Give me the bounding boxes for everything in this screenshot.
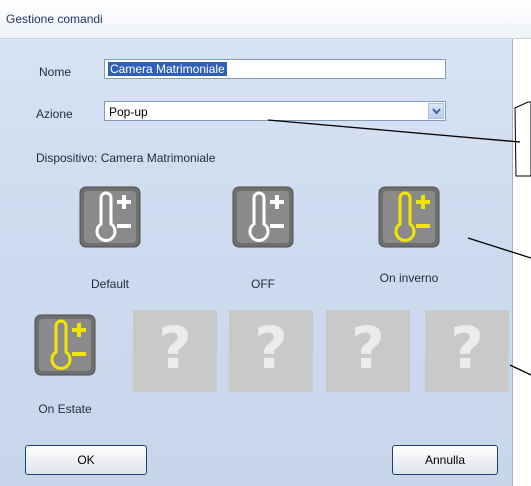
annotation-callout-lines xyxy=(267,101,531,376)
callout-box xyxy=(514,101,531,177)
callout-line-azione xyxy=(267,119,521,143)
callout-line-empty-slot xyxy=(509,364,531,376)
callout-line-on-inverno xyxy=(467,237,531,259)
